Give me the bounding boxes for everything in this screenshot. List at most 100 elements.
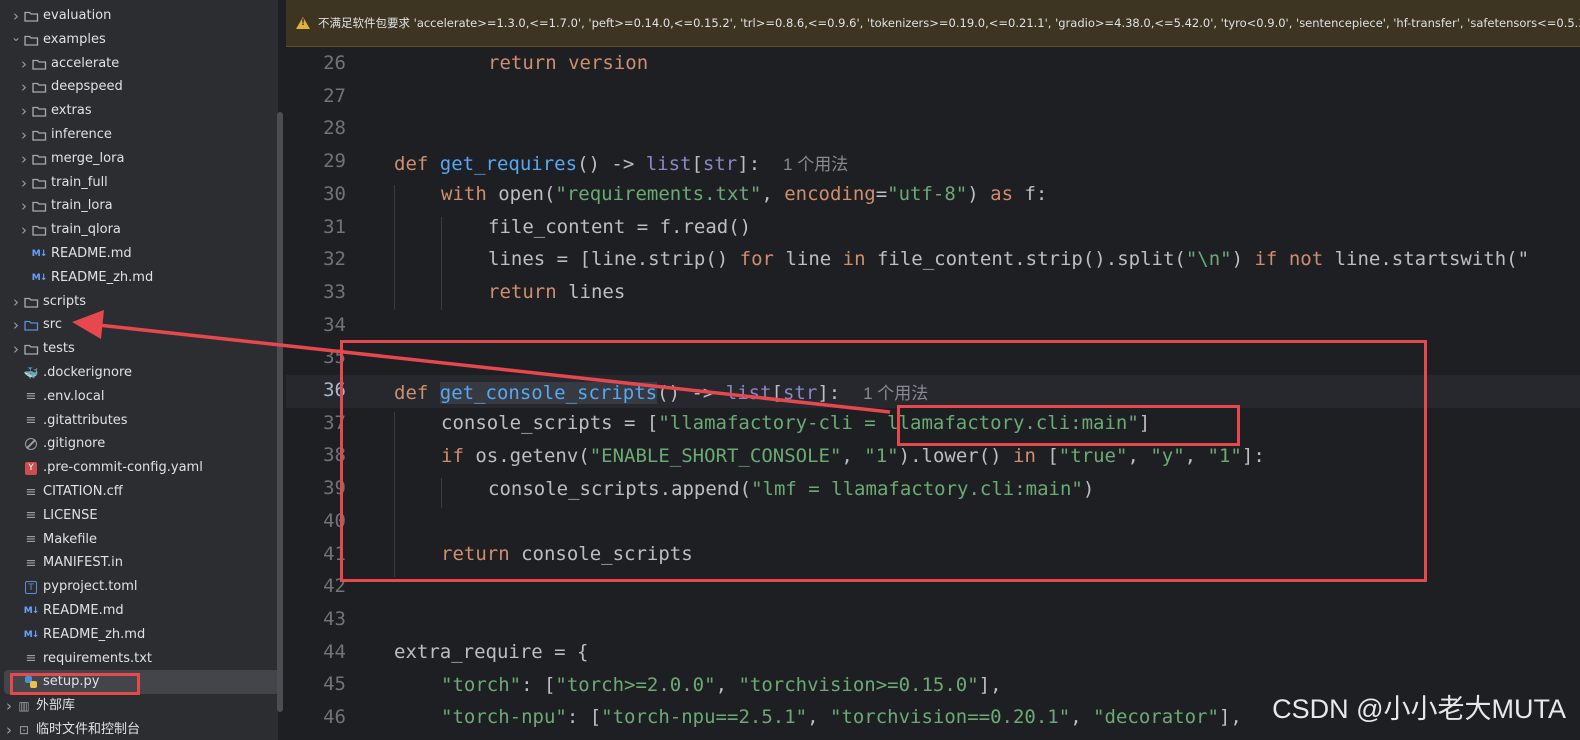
tree-item[interactable]: › merge_lora	[0, 147, 278, 171]
chevron-right-icon[interactable]: ›	[17, 126, 31, 144]
tree-item[interactable]: M↓ README_zh.md	[0, 266, 278, 290]
line-number: 36	[323, 379, 346, 401]
tree-item-label: src	[43, 317, 62, 333]
chevron-right-icon[interactable]: ›	[17, 78, 31, 96]
code-token: extra_require = {	[394, 641, 589, 663]
code-token: )	[967, 183, 991, 205]
tree-item-label: .gitattributes	[43, 412, 128, 428]
tree-item[interactable]: › scripts	[0, 290, 278, 314]
markdown-icon: M↓	[31, 272, 47, 283]
indent-guide	[441, 217, 442, 310]
tree-item-label: 外部库	[36, 698, 76, 714]
tree-scrollbar[interactable]	[277, 112, 283, 712]
tree-item[interactable]: M↓ README.md	[0, 242, 278, 266]
markdown-icon: M↓	[23, 606, 39, 616]
text-file-icon: ≡	[25, 389, 37, 405]
line-number: 44	[323, 640, 346, 663]
line-number: 46	[323, 706, 346, 728]
chevron-right-icon[interactable]: ›	[17, 221, 31, 239]
tree-item[interactable]: 🐳 .dockerignore	[0, 361, 278, 385]
folder-icon	[31, 80, 47, 94]
code-token: return version	[488, 52, 649, 74]
tree-item[interactable]: ≡ MANIFEST.in	[0, 551, 278, 575]
tree-item-label: MANIFEST.in	[43, 555, 123, 571]
chevron-down-icon[interactable]: ⌄	[9, 30, 23, 44]
code-token: as	[990, 183, 1014, 205]
tree-item[interactable]: › extras	[0, 99, 278, 123]
indent-guide	[394, 185, 395, 310]
annotation-box-setup-py	[10, 673, 140, 695]
tree-item[interactable]: ⌄ examples	[0, 28, 278, 52]
folder-icon	[31, 128, 47, 142]
line-number: 41	[323, 542, 346, 565]
toml-icon: T	[23, 580, 39, 594]
tree-item[interactable]: M↓ README_zh.md	[0, 623, 278, 647]
tree-item[interactable]: ≡ CITATION.cff	[0, 480, 278, 504]
tree-item[interactable]: › src	[0, 313, 278, 337]
tree-item[interactable]: › accelerate	[0, 52, 278, 76]
tree-item-label: LICENSE	[43, 507, 98, 523]
tree-item[interactable]: › train_lora	[0, 194, 278, 218]
tree-item[interactable]: M↓ README.md	[0, 599, 278, 623]
tree-item-label: README.md	[51, 246, 132, 261]
tree-item[interactable]: › ⊡ 临时文件和控制台	[0, 718, 278, 740]
tree-item[interactable]: ≡ .env.local	[0, 385, 278, 409]
line-number: 42	[323, 575, 346, 598]
code-token: line.startswith("	[1323, 248, 1530, 270]
tree-item-label: .env.local	[43, 388, 105, 404]
code-token: ],	[1218, 706, 1242, 728]
chevron-right-icon[interactable]: ›	[2, 721, 16, 739]
tree-item[interactable]: ≡ requirements.txt	[0, 647, 278, 671]
tree-item-label: tests	[43, 341, 75, 357]
code-token: file_content = f.read()	[488, 216, 752, 238]
code-line-30: with open("requirements.txt", encoding="…	[441, 183, 1047, 205]
line-number: 43	[323, 607, 346, 630]
tree-item-label: README_zh.md	[43, 626, 146, 642]
tree-item[interactable]: ≡ Makefile	[0, 528, 278, 552]
line-number: 33	[323, 280, 346, 303]
line-number: 27	[323, 84, 346, 107]
code-token: in	[842, 248, 866, 270]
code-line-44: extra_require = {	[394, 641, 588, 663]
line-number: 32	[323, 248, 346, 271]
tree-item[interactable]: Y .pre-commit-config.yaml	[0, 456, 278, 480]
tree-item[interactable]: .gitignore	[0, 432, 278, 456]
chevron-right-icon[interactable]: ›	[9, 316, 23, 334]
tree-item[interactable]: › train_qlora	[0, 218, 278, 242]
folder-icon	[23, 342, 39, 356]
tree-item[interactable]: ≡ LICENSE	[0, 504, 278, 528]
tree-item[interactable]: Tpyproject.toml	[0, 575, 278, 599]
chevron-right-icon[interactable]: ›	[17, 174, 31, 192]
tree-item[interactable]: › deepspeed	[0, 75, 278, 99]
chevron-right-icon[interactable]: ›	[17, 102, 31, 120]
tree-item[interactable]: › evaluation	[0, 4, 278, 28]
tree-item-label: Makefile	[43, 531, 98, 547]
tree-item-label: CITATION.cff	[43, 484, 123, 499]
line-number: 29	[323, 150, 346, 173]
tree-item-label: pyproject.toml	[43, 579, 138, 595]
source-folder-icon	[23, 318, 39, 332]
tree-item-label: scripts	[43, 293, 86, 309]
chevron-right-icon[interactable]: ›	[17, 197, 31, 215]
folder-icon	[31, 152, 47, 166]
tree-item[interactable]: › tests	[0, 337, 278, 361]
usage-hint[interactable]: 1 个用法	[783, 155, 848, 174]
chevron-right-icon[interactable]: ›	[9, 293, 23, 311]
chevron-right-icon[interactable]: ›	[17, 150, 31, 168]
folder-icon	[31, 223, 47, 237]
tree-item[interactable]: › ▥ 外部库	[0, 694, 278, 718]
chevron-right-icon[interactable]: ›	[9, 7, 23, 25]
chevron-right-icon[interactable]: ›	[17, 55, 31, 73]
tree-item[interactable]: › train_full	[0, 171, 278, 195]
code-token: def	[394, 153, 429, 175]
chevron-right-icon[interactable]: ›	[2, 697, 16, 715]
tree-item[interactable]: ≡ .gitattributes	[0, 409, 278, 433]
tree-item-label: extras	[51, 103, 92, 119]
line-number: 35	[323, 346, 346, 369]
line-number: 40	[323, 509, 346, 532]
code-token: "\n"	[1185, 248, 1232, 270]
tree-item[interactable]: › inference	[0, 123, 278, 147]
chevron-right-icon[interactable]: ›	[9, 340, 23, 358]
tree-item-label: README_zh.md	[51, 269, 154, 285]
